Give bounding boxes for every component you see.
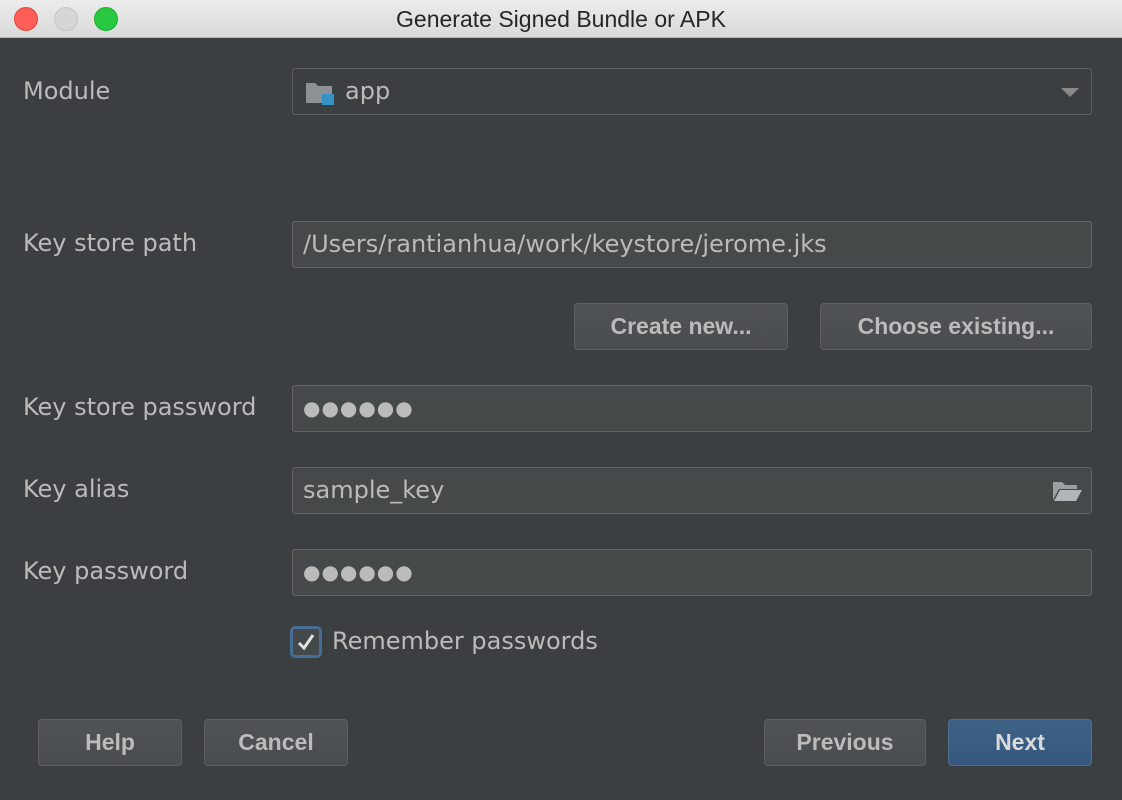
key-password-field[interactable]: ●●●●●●	[292, 549, 1092, 596]
remember-passwords-checkbox[interactable]	[290, 626, 322, 658]
open-folder-icon[interactable]	[1051, 479, 1083, 503]
keystore-password-field[interactable]: ●●●●●●	[292, 385, 1092, 432]
keystore-password-label: Key store password	[23, 393, 257, 421]
keystore-path-label: Key store path	[23, 229, 198, 257]
window-title: Generate Signed Bundle or APK	[396, 6, 726, 32]
key-alias-value: sample_key	[303, 476, 445, 504]
create-new-button[interactable]: Create new...	[574, 303, 788, 350]
check-icon	[297, 634, 315, 651]
key-password-label: Key password	[23, 557, 189, 585]
key-alias-field[interactable]: sample_key	[292, 467, 1092, 514]
module-value: app	[345, 77, 391, 105]
choose-existing-button[interactable]: Choose existing...	[820, 303, 1092, 350]
module-label: Module	[23, 77, 111, 105]
next-button[interactable]: Next	[948, 719, 1092, 766]
chevron-down-icon	[1061, 88, 1079, 97]
title-bar: Generate Signed Bundle or APK	[0, 0, 1122, 38]
key-alias-label: Key alias	[23, 475, 130, 503]
key-password-value: ●●●●●●	[303, 560, 414, 584]
keystore-path-field[interactable]: /Users/rantianhua/work/keystore/jerome.j…	[292, 221, 1092, 268]
help-button[interactable]: Help	[38, 719, 182, 766]
previous-button[interactable]: Previous	[764, 719, 926, 766]
keystore-path-value: /Users/rantianhua/work/keystore/jerome.j…	[303, 230, 827, 258]
module-select[interactable]: app	[292, 68, 1092, 115]
remember-passwords-label[interactable]: Remember passwords	[332, 627, 598, 655]
cancel-button[interactable]: Cancel	[204, 719, 348, 766]
keystore-password-value: ●●●●●●	[303, 396, 414, 420]
module-folder-icon	[306, 83, 334, 105]
